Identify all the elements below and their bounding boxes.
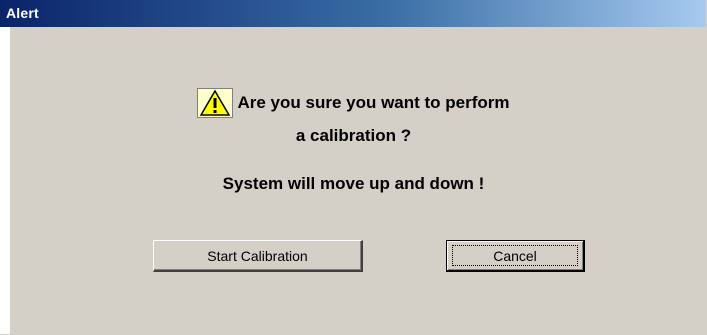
message-line-1-row: Are you sure you want to perform	[0, 88, 707, 123]
title-bar[interactable]: Alert	[0, 0, 706, 27]
warning-icon	[197, 88, 234, 118]
cancel-label: Cancel	[493, 247, 537, 264]
message-line-1: Are you sure you want to perform	[237, 93, 510, 112]
cancel-button[interactable]: Cancel	[446, 240, 585, 272]
start-calibration-label: Start Calibration	[207, 247, 308, 264]
window-title: Alert	[6, 5, 39, 21]
message-line-2: a calibration ?	[295, 126, 412, 145]
alert-dialog: Alert Are you sure you want to perform a…	[0, 0, 707, 335]
message-line-3: System will move up and down !	[222, 174, 485, 193]
start-calibration-button[interactable]: Start Calibration	[153, 240, 363, 272]
